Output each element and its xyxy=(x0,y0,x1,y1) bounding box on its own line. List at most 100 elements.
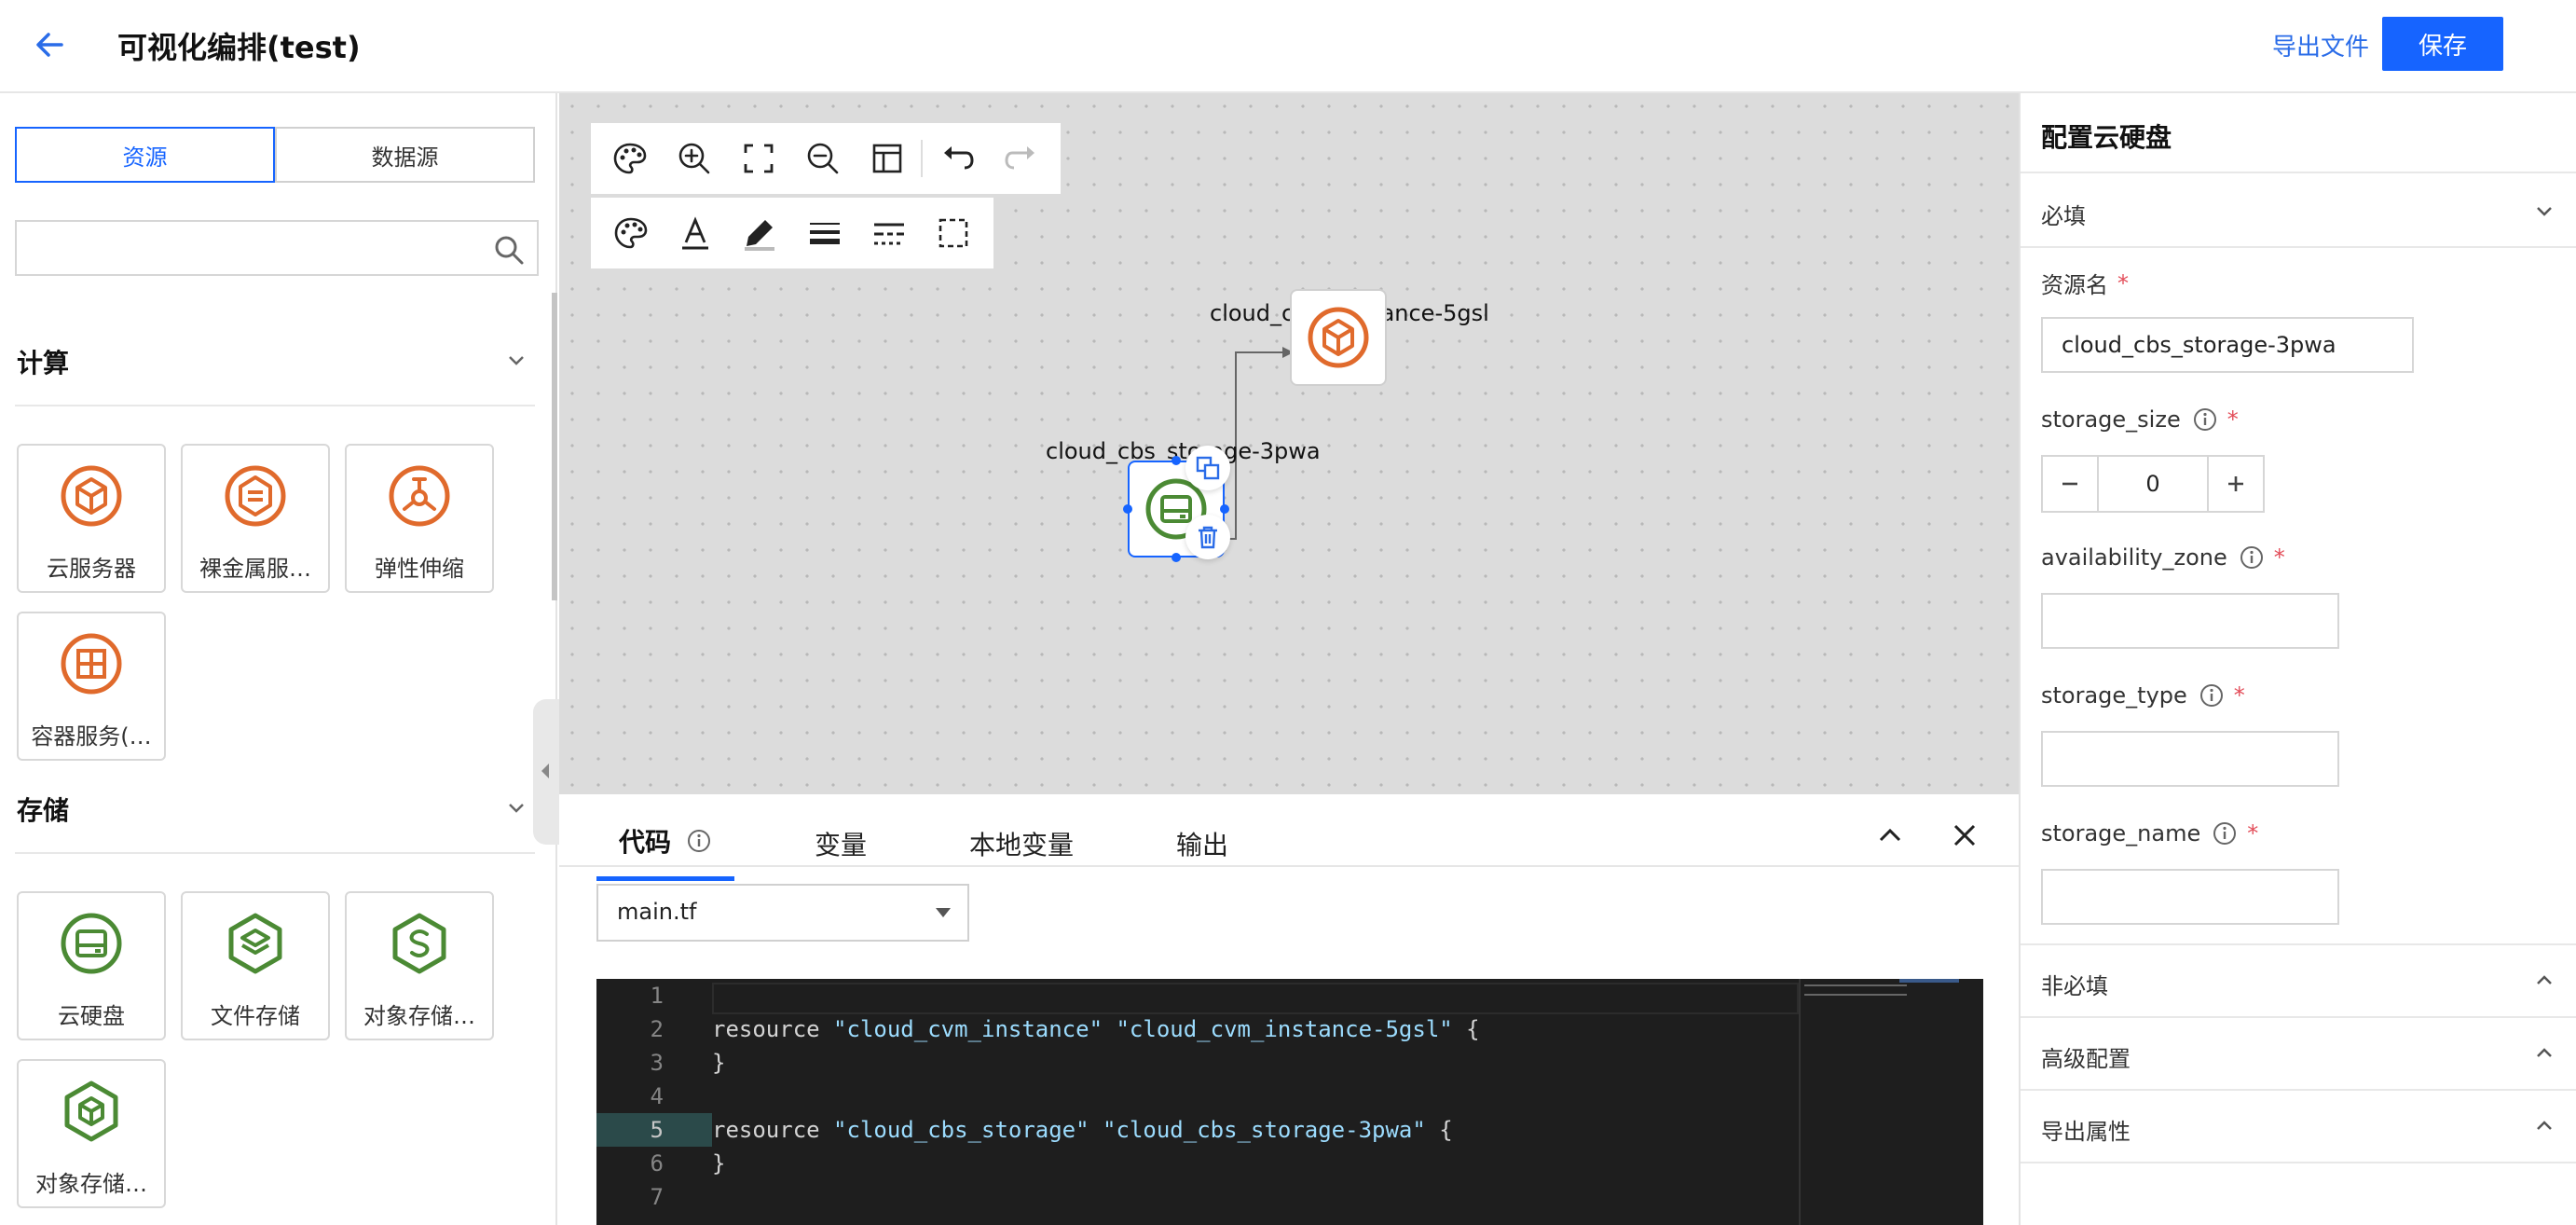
node-handle-right[interactable] xyxy=(1220,504,1229,514)
resource-card-bare-metal[interactable]: 裸金属服… xyxy=(181,444,330,593)
chevron-up-icon[interactable] xyxy=(2531,968,2557,994)
file-select-value: main.tf xyxy=(617,899,697,925)
search-icon[interactable] xyxy=(492,233,526,267)
file-select[interactable]: main.tf xyxy=(596,884,969,942)
field-label-availability-zone: availability_zone * xyxy=(2041,544,2285,571)
storage-type-input[interactable] xyxy=(2041,731,2339,787)
chevron-up-icon[interactable] xyxy=(1871,817,1909,854)
resource-card-object-storage[interactable]: 对象存储… xyxy=(345,891,494,1040)
info-icon[interactable] xyxy=(2199,682,2225,709)
code-line: 7 xyxy=(650,1184,664,1210)
chevron-down-icon[interactable] xyxy=(503,347,529,373)
chevron-left-icon xyxy=(541,764,549,778)
code-line: 4 xyxy=(650,1083,664,1109)
resource-card-label: 容器服务(… xyxy=(31,723,152,750)
chevron-down-icon xyxy=(936,908,951,917)
object-storage-icon xyxy=(392,913,446,974)
resource-card-container[interactable]: 容器服务(… xyxy=(17,612,166,761)
export-file-link[interactable]: 导出文件 xyxy=(2272,28,2369,62)
section-title-storage[interactable]: 存储 xyxy=(17,791,69,828)
tab-code[interactable]: 代码 xyxy=(596,822,735,881)
node-handle-bottom[interactable] xyxy=(1172,553,1181,562)
close-icon[interactable] xyxy=(1946,817,1983,854)
info-icon[interactable] xyxy=(686,828,712,854)
field-label-storage-name: storage_name * xyxy=(2041,820,2259,846)
code-line: 3} xyxy=(650,1050,726,1076)
code-panel: 代码 变量 本地变量 输出 main.tf 1 2 resource "cloud… xyxy=(559,794,2019,1225)
tab-outputs[interactable]: 输出 xyxy=(1154,822,1251,881)
code-line: 2 resource "cloud_cvm_instance" "cloud_cv… xyxy=(596,1012,1983,1046)
resource-card-label: 对象存储… xyxy=(363,1003,475,1029)
resource-name-input[interactable]: cloud_cbs_storage-3pwa xyxy=(2041,317,2414,373)
tab-variables[interactable]: 变量 xyxy=(792,822,889,881)
code-minimap[interactable] xyxy=(1799,979,1959,1225)
resource-card-object-storage-2[interactable]: 对象存储… xyxy=(17,1059,166,1208)
disk-icon xyxy=(61,913,122,974)
scaling-icon xyxy=(389,465,450,527)
code-text: resource "cloud_cbs_storage" "cloud_cbs_… xyxy=(712,1117,1453,1143)
required-mark: * xyxy=(2117,269,2129,296)
plus-icon xyxy=(2228,476,2243,491)
availability-zone-input[interactable] xyxy=(2041,593,2339,649)
code-line-highlighted: 5 resource "cloud_cbs_storage" "cloud_cbs… xyxy=(596,1113,1983,1147)
storage-size-stepper: 0 xyxy=(2041,455,2265,513)
node-handle-left[interactable] xyxy=(1123,504,1132,514)
left-panel-scrollbar[interactable] xyxy=(552,293,557,600)
resource-card-file-storage[interactable]: 文件存储 xyxy=(181,891,330,1040)
required-mark: * xyxy=(2227,406,2239,433)
tab-local-variables[interactable]: 本地变量 xyxy=(947,822,1096,881)
save-button[interactable]: 保存 xyxy=(2382,17,2503,71)
cube-icon xyxy=(61,465,122,527)
storage-name-input[interactable] xyxy=(2041,869,2339,925)
canvas-node-cvm[interactable] xyxy=(1290,289,1387,386)
config-panel-title: 配置云硬盘 xyxy=(2041,122,2172,153)
decrement-button[interactable] xyxy=(2043,457,2099,511)
page-title: 可视化编排(test) xyxy=(117,30,361,65)
resource-card-label: 文件存储 xyxy=(211,1003,300,1029)
code-line: 1 xyxy=(650,983,664,1009)
tab-datasources[interactable]: 数据源 xyxy=(275,127,535,183)
copy-node-button[interactable] xyxy=(1185,446,1230,490)
required-mark: * xyxy=(2273,544,2285,571)
tab-label: 代码 xyxy=(619,827,672,858)
section-title-compute[interactable]: 计算 xyxy=(17,343,69,380)
node-handle-top[interactable] xyxy=(1172,456,1181,465)
increment-button[interactable] xyxy=(2207,457,2263,511)
info-icon[interactable] xyxy=(2192,406,2218,433)
bare-metal-icon xyxy=(225,465,286,527)
copy-icon xyxy=(1196,456,1220,480)
back-arrow-icon[interactable] xyxy=(32,26,69,63)
orchestration-canvas[interactable]: cloud_cvm_instance-5gsl cloud_cbs_storag… xyxy=(559,93,2019,794)
tab-resources[interactable]: 资源 xyxy=(15,127,275,183)
code-editor[interactable]: 1 2 resource "cloud_cvm_instance" "cloud_… xyxy=(596,979,1983,1225)
delete-node-button[interactable] xyxy=(1185,515,1230,559)
field-label-storage-size: storage_size * xyxy=(2041,406,2239,433)
resource-card-cloud-disk[interactable]: 云硬盘 xyxy=(17,891,166,1040)
section-required[interactable]: 必填 xyxy=(2041,198,2086,230)
section-advanced[interactable]: 高级配置 xyxy=(2041,1040,2131,1073)
resource-search-input[interactable] xyxy=(15,220,539,276)
info-icon[interactable] xyxy=(2212,820,2238,846)
file-storage-icon xyxy=(228,913,282,974)
chevron-up-icon[interactable] xyxy=(2531,1040,2557,1067)
chevron-down-icon[interactable] xyxy=(2531,198,2557,224)
required-mark: * xyxy=(2233,682,2245,709)
storage-size-input[interactable]: 0 xyxy=(2099,457,2207,511)
container-icon xyxy=(61,633,122,695)
resource-card-label: 弹性伸缩 xyxy=(375,556,464,582)
code-panel-tabs: 代码 变量 本地变量 输出 xyxy=(596,822,1309,881)
info-icon[interactable] xyxy=(2239,544,2265,571)
config-panel: 配置云硬盘 必填 资源名 * cloud_cbs_storage-3pwa sto… xyxy=(2019,93,2576,1225)
section-export-attributes[interactable]: 导出属性 xyxy=(2041,1113,2131,1146)
resource-card-label: 裸金属服… xyxy=(199,556,311,582)
resource-card-auto-scaling[interactable]: 弹性伸缩 xyxy=(345,444,494,593)
resource-type-tabs: 资源 数据源 xyxy=(15,127,535,183)
collapse-panel-handle[interactable] xyxy=(533,699,559,845)
field-label-resource-name: 资源名 * xyxy=(2041,269,2129,299)
chevron-up-icon[interactable] xyxy=(2531,1113,2557,1139)
section-optional[interactable]: 非必填 xyxy=(2041,968,2108,1000)
resource-card-cvm[interactable]: 云服务器 xyxy=(17,444,166,593)
resource-panel: 资源 数据源 计算 云服务器 裸金属服… 弹性伸缩 容器服务(… 存储 云硬盘 … xyxy=(0,93,559,1225)
chevron-down-icon[interactable] xyxy=(503,794,529,820)
top-header: 可视化编排(test) 导出文件 保存 xyxy=(0,0,2576,93)
